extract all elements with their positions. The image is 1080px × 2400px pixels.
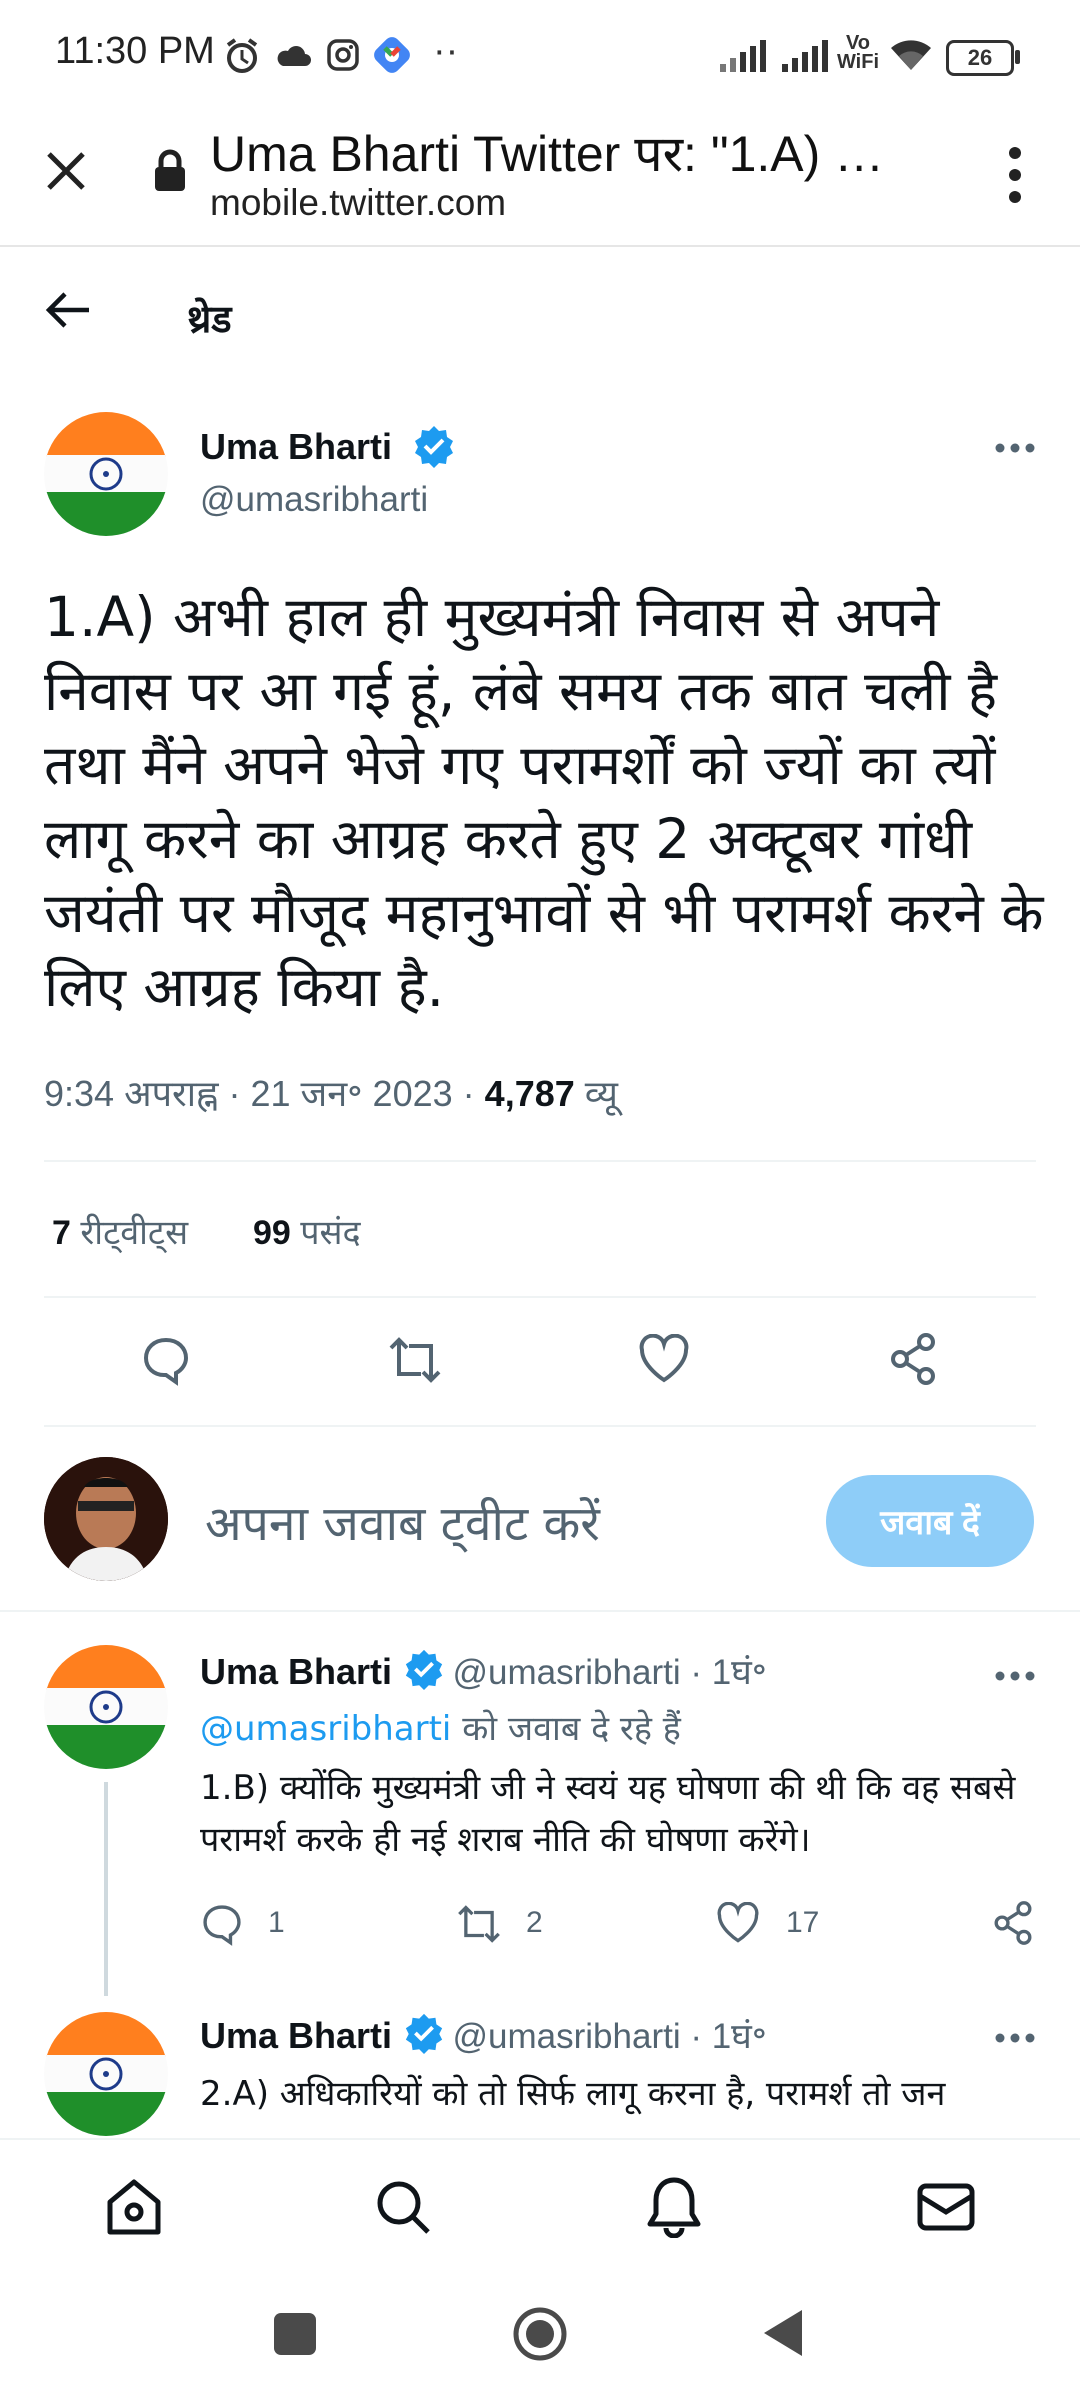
browser-toolbar: Uma Bharti Twitter पर: "1.A) … mobile.tw…: [0, 110, 1080, 247]
reply-header: Uma Bharti @umasribharti · 1घं॰: [200, 2012, 767, 2059]
divider: [44, 1425, 1036, 1427]
lock-icon: [155, 149, 185, 191]
more-vertical-icon[interactable]: [1007, 145, 1023, 205]
reply-tweet[interactable]: Uma Bharti @umasribharti · 1घं॰ 2.A) अधि…: [0, 1992, 1080, 2138]
thread-line: [104, 1782, 108, 1996]
author-name[interactable]: Uma Bharti: [200, 1651, 392, 1692]
retweets-stat[interactable]: 7 रीट्वीट्स: [52, 1214, 188, 1252]
retweet-icon[interactable]: [456, 1902, 502, 1946]
battery-indicator: 26: [946, 40, 1014, 76]
divider: [44, 1296, 1036, 1298]
vowifi-label: Vo WiFi: [836, 32, 880, 73]
user-avatar-image: [44, 1457, 168, 1581]
system-navigation: [0, 2268, 1080, 2400]
app-notification-icon: [374, 37, 410, 73]
battery-tip: [1015, 50, 1020, 64]
reply-composer: अपना जवाब ट्वीट करें जवाब दें: [0, 1440, 1080, 1612]
back-triangle-icon[interactable]: [762, 2308, 804, 2358]
cloud-icon: [277, 46, 311, 66]
reply-icon[interactable]: [200, 1902, 244, 1946]
retweets-label: रीट्वीट्स: [80, 1214, 189, 1252]
alarm-icon: [226, 38, 258, 73]
instagram-icon: [327, 39, 359, 71]
page-title: Uma Bharti Twitter पर: "1.A) …: [210, 126, 885, 182]
wifi-icon: [891, 40, 931, 70]
thread-header: थ्रेड: [0, 250, 1080, 380]
home-icon[interactable]: [104, 2178, 164, 2236]
reply-text: 1.B) क्योंकि मुख्यमंत्री जी ने स्वयं यह …: [200, 1768, 1016, 1860]
retweet-icon[interactable]: [387, 1334, 443, 1386]
signal-1-icon: [720, 40, 766, 72]
share-icon[interactable]: [992, 1900, 1034, 1946]
back-arrow-icon[interactable]: [45, 290, 91, 330]
status-bar: 11:30 PM ·· Vo WiFi 26: [0, 0, 1080, 110]
likes-count: 99: [252, 1214, 291, 1252]
status-time: 11:30 PM: [55, 30, 215, 72]
reply-time[interactable]: 1घं॰: [712, 1653, 767, 1692]
reply-time[interactable]: 1घं॰: [712, 2017, 767, 2056]
views-label: व्यू: [584, 1073, 618, 1114]
tweet-text: 1.A) अभी हाल ही मुख्यमंत्री निवास से अपन…: [44, 585, 1044, 1019]
author-name[interactable]: Uma Bharti: [200, 426, 392, 468]
avatar[interactable]: [44, 1645, 168, 1769]
flag-avatar-image: [44, 1645, 168, 1769]
messages-icon[interactable]: [916, 2182, 976, 2232]
recent-apps-icon[interactable]: [274, 2313, 316, 2355]
retweet-count: 2: [526, 1906, 543, 1939]
replying-to-suffix: को जवाब दे रहे हैं: [462, 1709, 681, 1749]
tweet-stats: 7 रीट्वीट्स 99 पसंद: [52, 1208, 361, 1254]
divider: [44, 1160, 1036, 1162]
more-horizontal-icon[interactable]: [995, 442, 1035, 454]
flag-avatar-image: [44, 412, 168, 536]
reply-button[interactable]: जवाब दें: [826, 1475, 1034, 1567]
more-notifications-icon: ··: [433, 30, 459, 72]
author-handle[interactable]: @umasribharti: [453, 2017, 681, 2056]
flag-avatar-image: [44, 2012, 168, 2136]
reply-actions: 1 2 17: [200, 1894, 1040, 1954]
like-icon[interactable]: [716, 1902, 760, 1944]
tweet-date[interactable]: 21 जन॰ 2023: [250, 1073, 452, 1114]
tweet-actions: [0, 1320, 1080, 1400]
tweet-time[interactable]: 9:34 अपराह्न: [44, 1073, 218, 1114]
verified-badge-icon: [405, 1649, 442, 1690]
notifications-icon[interactable]: [646, 2176, 702, 2238]
signal-2-icon: [782, 40, 828, 72]
avatar[interactable]: [44, 412, 168, 536]
thread-label: थ्रेड: [187, 299, 232, 341]
user-avatar[interactable]: [44, 1457, 168, 1581]
home-circle-icon[interactable]: [512, 2306, 568, 2362]
author-handle[interactable]: @umasribharti: [200, 480, 428, 520]
bottom-navigation: [0, 2138, 1080, 2270]
share-icon[interactable]: [888, 1332, 938, 1386]
reply-input[interactable]: अपना जवाब ट्वीट करें: [205, 1490, 600, 1555]
retweets-count: 7: [52, 1214, 71, 1252]
author-handle[interactable]: @umasribharti: [453, 1653, 681, 1692]
search-icon[interactable]: [374, 2178, 432, 2236]
more-horizontal-icon[interactable]: [995, 2032, 1035, 2044]
replying-to: @umasribharti को जवाब दे रहे हैं: [200, 1704, 681, 1750]
reply-tweet[interactable]: Uma Bharti @umasribharti · 1घं॰ @umasrib…: [0, 1612, 1080, 1996]
likes-label: पसंद: [300, 1214, 361, 1252]
reply-icon[interactable]: [140, 1334, 192, 1386]
verified-badge-icon: [415, 426, 453, 468]
like-icon[interactable]: [638, 1334, 690, 1384]
avatar[interactable]: [44, 2012, 168, 2136]
reply-count: 1: [268, 1906, 285, 1939]
views-count: 4,787: [484, 1073, 575, 1114]
reply-text: 2.A) अधिकारियों को तो सिर्फ लागू करना है…: [200, 2074, 946, 2114]
more-horizontal-icon[interactable]: [995, 1670, 1035, 1682]
verified-badge-icon: [405, 2013, 442, 2054]
author-name[interactable]: Uma Bharti: [200, 2015, 392, 2056]
likes-stat[interactable]: 99 पसंद: [253, 1214, 361, 1252]
replying-to-handle[interactable]: @umasribharti: [200, 1709, 451, 1749]
url-text[interactable]: mobile.twitter.com: [210, 182, 506, 224]
tweet-meta: 9:34 अपराह्न · 21 जन॰ 2023 · 4,787 व्यू: [44, 1073, 618, 1114]
close-icon[interactable]: [45, 150, 87, 192]
like-count: 17: [786, 1906, 820, 1939]
reply-header: Uma Bharti @umasribharti · 1घं॰: [200, 1648, 767, 1695]
